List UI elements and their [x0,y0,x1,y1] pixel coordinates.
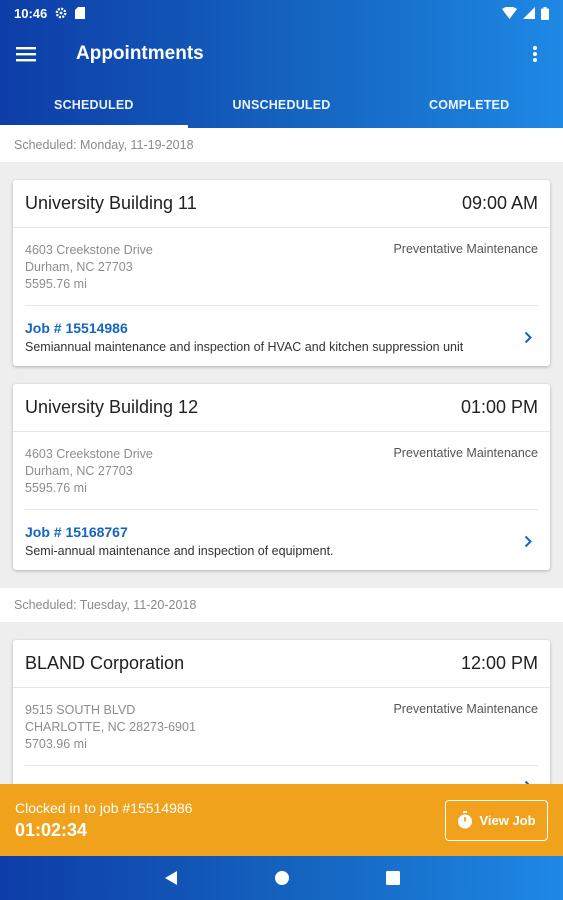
clock-in-label: Clocked in to job #15514986 [15,799,193,816]
appointment-card[interactable]: University Building 11 09:00 AM 4603 Cre… [13,180,550,366]
more-vert-icon [533,46,537,62]
distance: 5595.76 mi [25,277,87,291]
address-line2: Durham, NC 27703 [25,260,133,274]
page-title: Appointments [76,43,204,64]
job-number: Job # 15514986 [25,320,128,336]
section-header: Scheduled: Tuesday, 11-20-2018 [0,588,563,622]
tab-scheduled[interactable]: SCHEDULED [0,82,188,128]
view-job-button[interactable]: View Job [445,799,548,841]
view-job-label: View Job [479,812,536,828]
status-bar: 10:46 [0,0,563,26]
status-time: 10:46 [14,5,48,21]
tab-completed[interactable]: COMPLETED [375,82,563,128]
distance: 5595.76 mi [25,481,87,495]
appointment-time: 01:00 PM [460,397,538,417]
customer-name: University Building 12 [25,397,199,417]
section-header: Scheduled: Monday, 11-19-2018 [0,128,563,162]
back-icon[interactable] [164,870,178,886]
distance: 5703.96 mi [25,737,87,751]
more-options-button[interactable] [523,36,547,72]
stopwatch-icon [458,811,473,829]
menu-icon [16,47,36,62]
tab-bar: SCHEDULED UNSCHEDULED COMPLETED [0,82,563,128]
appointment-card[interactable]: University Building 12 01:00 PM 4603 Cre… [13,384,550,570]
job-row[interactable]: Job # 15168767 Semi-annual maintenance a… [25,509,538,570]
job-type: Preventative Maintenance [393,702,538,716]
job-description: Semiannual maintenance and inspection of… [25,340,464,354]
address: 9515 SOUTH BLVD CHARLOTTE, NC 28273-6901… [25,702,196,753]
address-line1: 9515 SOUTH BLVD [25,703,136,717]
system-nav-bar [0,856,563,900]
address-line1: 4603 Creekstone Drive [25,243,153,257]
tab-unscheduled[interactable]: UNSCHEDULED [188,82,376,128]
address-line1: 4603 Creekstone Drive [25,447,153,461]
clock-in-timer: 01:02:34 [15,819,88,840]
address-line2: Durham, NC 27703 [25,464,133,478]
recents-icon[interactable] [385,871,400,885]
clock-in-bar: Clocked in to job #15514986 01:02:34 Vie… [0,784,563,856]
menu-button[interactable] [16,36,52,72]
sd-card-icon [75,7,86,19]
home-icon[interactable] [274,870,290,886]
job-type: Preventative Maintenance [393,242,538,256]
appointment-card[interactable]: BLAND Corporation 12:00 PM 9515 SOUTH BL… [13,640,550,784]
address: 4603 Creekstone Drive Durham, NC 27703 5… [25,446,153,497]
toolbar: Appointments [0,26,563,82]
appointment-time: 09:00 AM [461,193,538,213]
chevron-right-icon[interactable] [518,535,538,548]
signal-icon [523,7,535,19]
job-row[interactable]: Job # 15514986 Semiannual maintenance an… [25,305,538,366]
address-line2: CHARLOTTE, NC 28273-6901 [25,720,196,734]
settings-icon [55,7,67,19]
appointments-list[interactable]: Scheduled: Monday, 11-19-2018 University… [0,128,563,784]
chevron-right-icon[interactable] [518,331,538,344]
job-number: Job # 15168767 [25,524,128,540]
customer-name: University Building 11 [25,193,197,213]
wifi-icon [502,7,517,19]
job-description: Semi-annual maintenance and inspection o… [25,544,334,558]
battery-icon [541,6,549,20]
customer-name: BLAND Corporation [25,653,185,673]
job-row[interactable] [25,765,538,784]
job-type: Preventative Maintenance [393,446,538,460]
appointment-time: 12:00 PM [460,653,538,673]
address: 4603 Creekstone Drive Durham, NC 27703 5… [25,242,153,293]
app-bar: 10:46 Appointments SCHEDULED UNSCHEDULED… [0,0,563,128]
